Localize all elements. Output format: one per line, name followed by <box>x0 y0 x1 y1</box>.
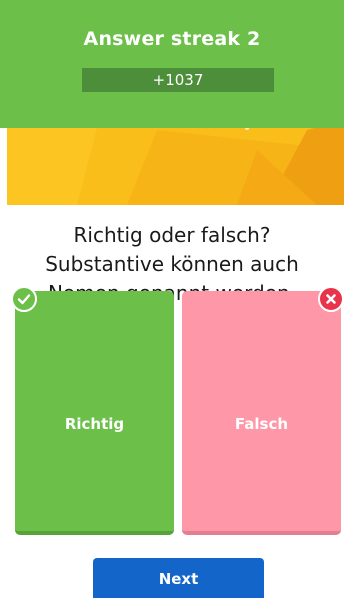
question-line-1: Richtig oder falsch? <box>73 223 271 247</box>
quiz-result-screen: Answer streak 2 +1037 Richtig oder falsc… <box>0 0 344 598</box>
points-earned: +1037 <box>82 68 274 92</box>
answer-streak-title: Answer streak 2 <box>83 28 261 50</box>
next-button[interactable]: Next <box>93 558 264 598</box>
close-icon <box>318 286 344 312</box>
answer-streak-banner: Answer streak 2 +1037 <box>0 0 344 128</box>
answer-card-richtig[interactable]: Richtig <box>15 291 174 535</box>
answer-label-falsch: Falsch <box>234 415 289 433</box>
question-line-2: Substantive können auch <box>45 252 299 276</box>
check-icon <box>11 286 37 312</box>
answer-card-falsch[interactable]: Falsch <box>182 291 341 535</box>
answer-label-richtig: Richtig <box>64 415 125 433</box>
